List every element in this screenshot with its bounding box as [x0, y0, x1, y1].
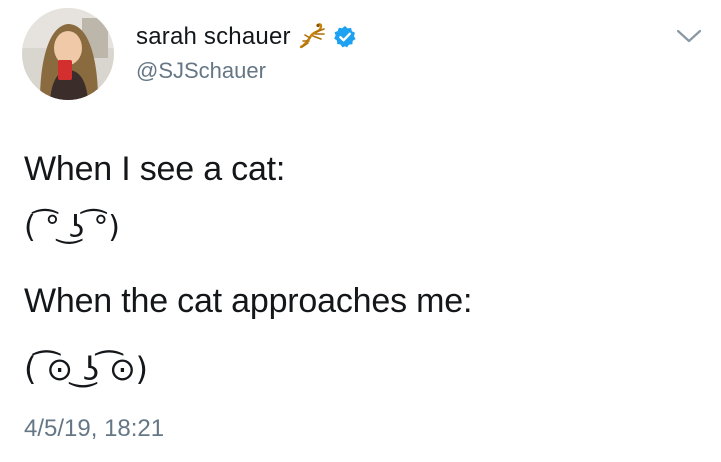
user-handle[interactable]: @SJSchauer — [136, 58, 266, 84]
chevron-down-icon[interactable] — [675, 26, 703, 46]
tweet-timestamp[interactable]: 4/5/19, 18:21 — [24, 415, 164, 443]
avatar[interactable] — [22, 8, 114, 100]
lenny-face-2: ( ͡⊙ ͜ʖ ͡⊙) — [24, 350, 148, 388]
name-row: sarah schauer — [136, 20, 357, 54]
tweet-text-line-1: When I see a cat: — [24, 150, 286, 188]
display-name[interactable]: sarah schauer — [136, 23, 291, 51]
verified-badge-icon — [333, 25, 357, 49]
lenny-face-1: ( ͡° ͜ʖ ͡°) — [24, 210, 120, 245]
tweet-card: sarah schauer @SJSchauer When I see a ca… — [0, 0, 721, 462]
scorpion-icon — [297, 23, 327, 51]
tweet-text-line-2: When the cat approaches me: — [24, 282, 473, 320]
